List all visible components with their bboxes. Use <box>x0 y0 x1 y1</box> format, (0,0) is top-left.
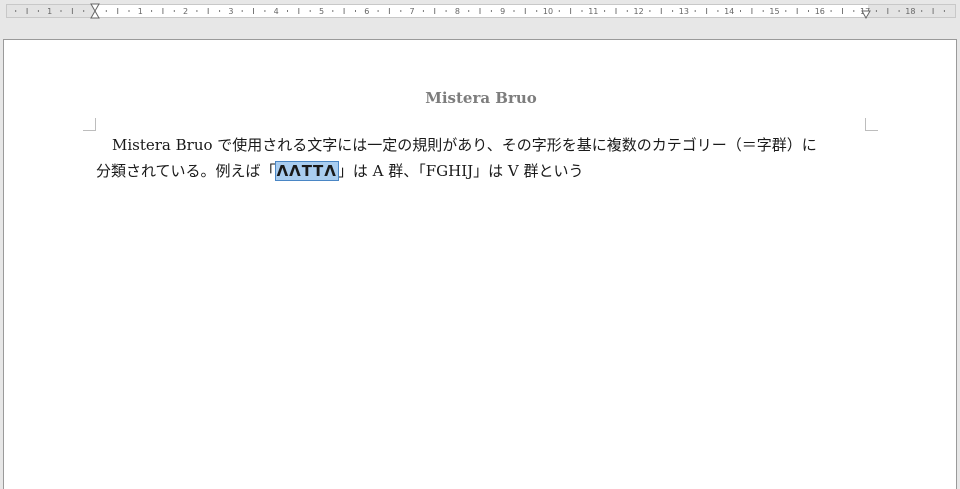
margin-corner-top-left <box>83 118 96 131</box>
paragraph-text-1[interactable]: Mistera Bruo で使用される文字には一定の規則があり、その字形を基に複… <box>112 136 817 154</box>
ruler-number: 13 <box>679 7 689 16</box>
ruler-number: 16 <box>815 7 825 16</box>
ruler-number: 4 <box>274 7 279 16</box>
document-page[interactable]: Mistera Bruo Mistera Bruo で使用される文字には一定の規… <box>3 39 957 489</box>
paragraph-line-1[interactable]: Mistera Bruo で使用される文字には一定の規則があり、その字形を基に複… <box>96 132 872 158</box>
ruler-number: 1 <box>47 7 52 16</box>
left-indent-marker[interactable] <box>90 3 100 19</box>
ruler-number: 6 <box>364 7 369 16</box>
ruler-number: 8 <box>455 7 460 16</box>
selected-text[interactable]: ꓥꓥꓔꓔꓥ <box>274 161 339 181</box>
paragraph-line-2[interactable]: 分類されている。例えば「ꓥꓥꓔꓔꓥ」は A 群、「FGHIJ」は V 群という <box>96 158 872 184</box>
ruler-number: 12 <box>634 7 644 16</box>
horizontal-ruler[interactable]: 1123456789101112131415161718 <box>0 0 960 22</box>
ruler-number: 18 <box>905 7 915 16</box>
ruler-number: 2 <box>183 7 188 16</box>
ruler-ticks: 1123456789101112131415161718 <box>15 3 945 20</box>
ruler-number: 14 <box>724 7 734 16</box>
document-title[interactable]: Mistera Bruo <box>4 89 958 107</box>
margin-corner-top-right <box>865 118 878 131</box>
paragraph-text-2b[interactable]: 」は A 群、「FGHIJ」は V 群という <box>338 162 584 180</box>
ruler-number: 5 <box>319 7 324 16</box>
ruler-number: 10 <box>543 7 553 16</box>
document-body[interactable]: Mistera Bruo で使用される文字には一定の規則があり、その字形を基に複… <box>96 132 872 184</box>
ruler-number: 11 <box>588 7 598 16</box>
ruler-number: 3 <box>228 7 233 16</box>
document-canvas[interactable]: Mistera Bruo Mistera Bruo で使用される文字には一定の規… <box>0 22 960 489</box>
ruler-number: 7 <box>410 7 415 16</box>
ruler-number: 1 <box>138 7 143 16</box>
ruler-number: 15 <box>769 7 779 16</box>
paragraph-text-2a[interactable]: 分類されている。例えば「 <box>96 162 276 180</box>
ruler-number: 9 <box>500 7 505 16</box>
